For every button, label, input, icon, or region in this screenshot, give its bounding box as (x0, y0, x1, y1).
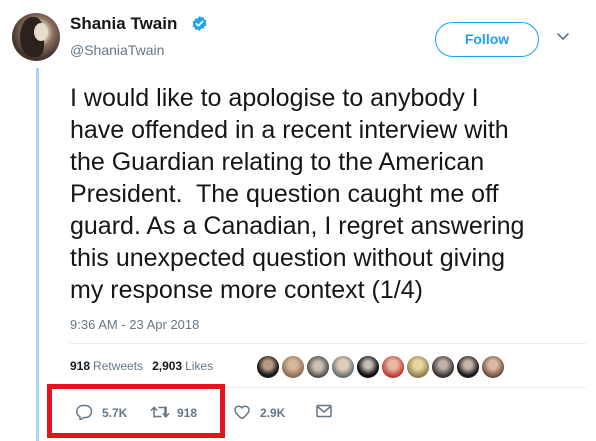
tweet-stats: 918 Retweets 2,903 Likes (70, 359, 213, 373)
liker-avatar[interactable] (481, 355, 505, 379)
tweet-line: guard. As a Canadian, I regret answering (70, 212, 525, 240)
tweet-text: I would like to apologise to anybody I h… (70, 82, 590, 306)
divider (70, 343, 586, 344)
retweets-stat[interactable]: 918 Retweets (70, 359, 143, 373)
handle[interactable]: @ShaniaTwain (70, 42, 164, 58)
tweet-line: I would like to apologise to anybody I (70, 84, 479, 112)
thread-line (36, 68, 39, 441)
retweets-count: 918 (70, 359, 91, 373)
display-name[interactable]: Shania Twain (70, 14, 177, 34)
heart-icon (234, 405, 250, 420)
liker-avatar[interactable] (256, 355, 280, 379)
liker-avatar[interactable] (381, 355, 405, 379)
liker-avatar[interactable] (331, 355, 355, 379)
retweets-label: Retweets (93, 359, 144, 373)
tweet-line: President. The question caught me off (70, 180, 499, 208)
verified-badge-icon (192, 16, 207, 31)
liker-avatar[interactable] (456, 355, 480, 379)
like-count: 2.9K (260, 406, 286, 420)
tweet-line: this unexpected question without giving (70, 244, 506, 272)
tweet-line: have offended in a recent interview with (70, 116, 509, 144)
liker-avatar[interactable] (306, 355, 330, 379)
liker-avatar[interactable] (431, 355, 455, 379)
likes-count: 2,903 (152, 359, 183, 373)
liker-avatar[interactable] (281, 355, 305, 379)
avatar[interactable] (12, 13, 60, 61)
highlight-box (47, 384, 225, 438)
liker-avatar[interactable] (406, 355, 430, 379)
likes-label: Likes (185, 359, 214, 373)
avatar-face (34, 23, 48, 41)
follow-button[interactable]: Follow (435, 22, 539, 57)
envelope-icon (316, 404, 332, 418)
tweet-line: the Guardian relating to the American (70, 148, 485, 176)
chevron-down-icon[interactable] (557, 32, 569, 42)
liker-avatar[interactable] (356, 355, 380, 379)
likes-stat[interactable]: 2,903 Likes (152, 359, 213, 373)
tweet-line: my response more context (1/4) (70, 276, 423, 304)
tweet-timestamp[interactable]: 9:36 AM - 23 Apr 2018 (70, 317, 199, 332)
